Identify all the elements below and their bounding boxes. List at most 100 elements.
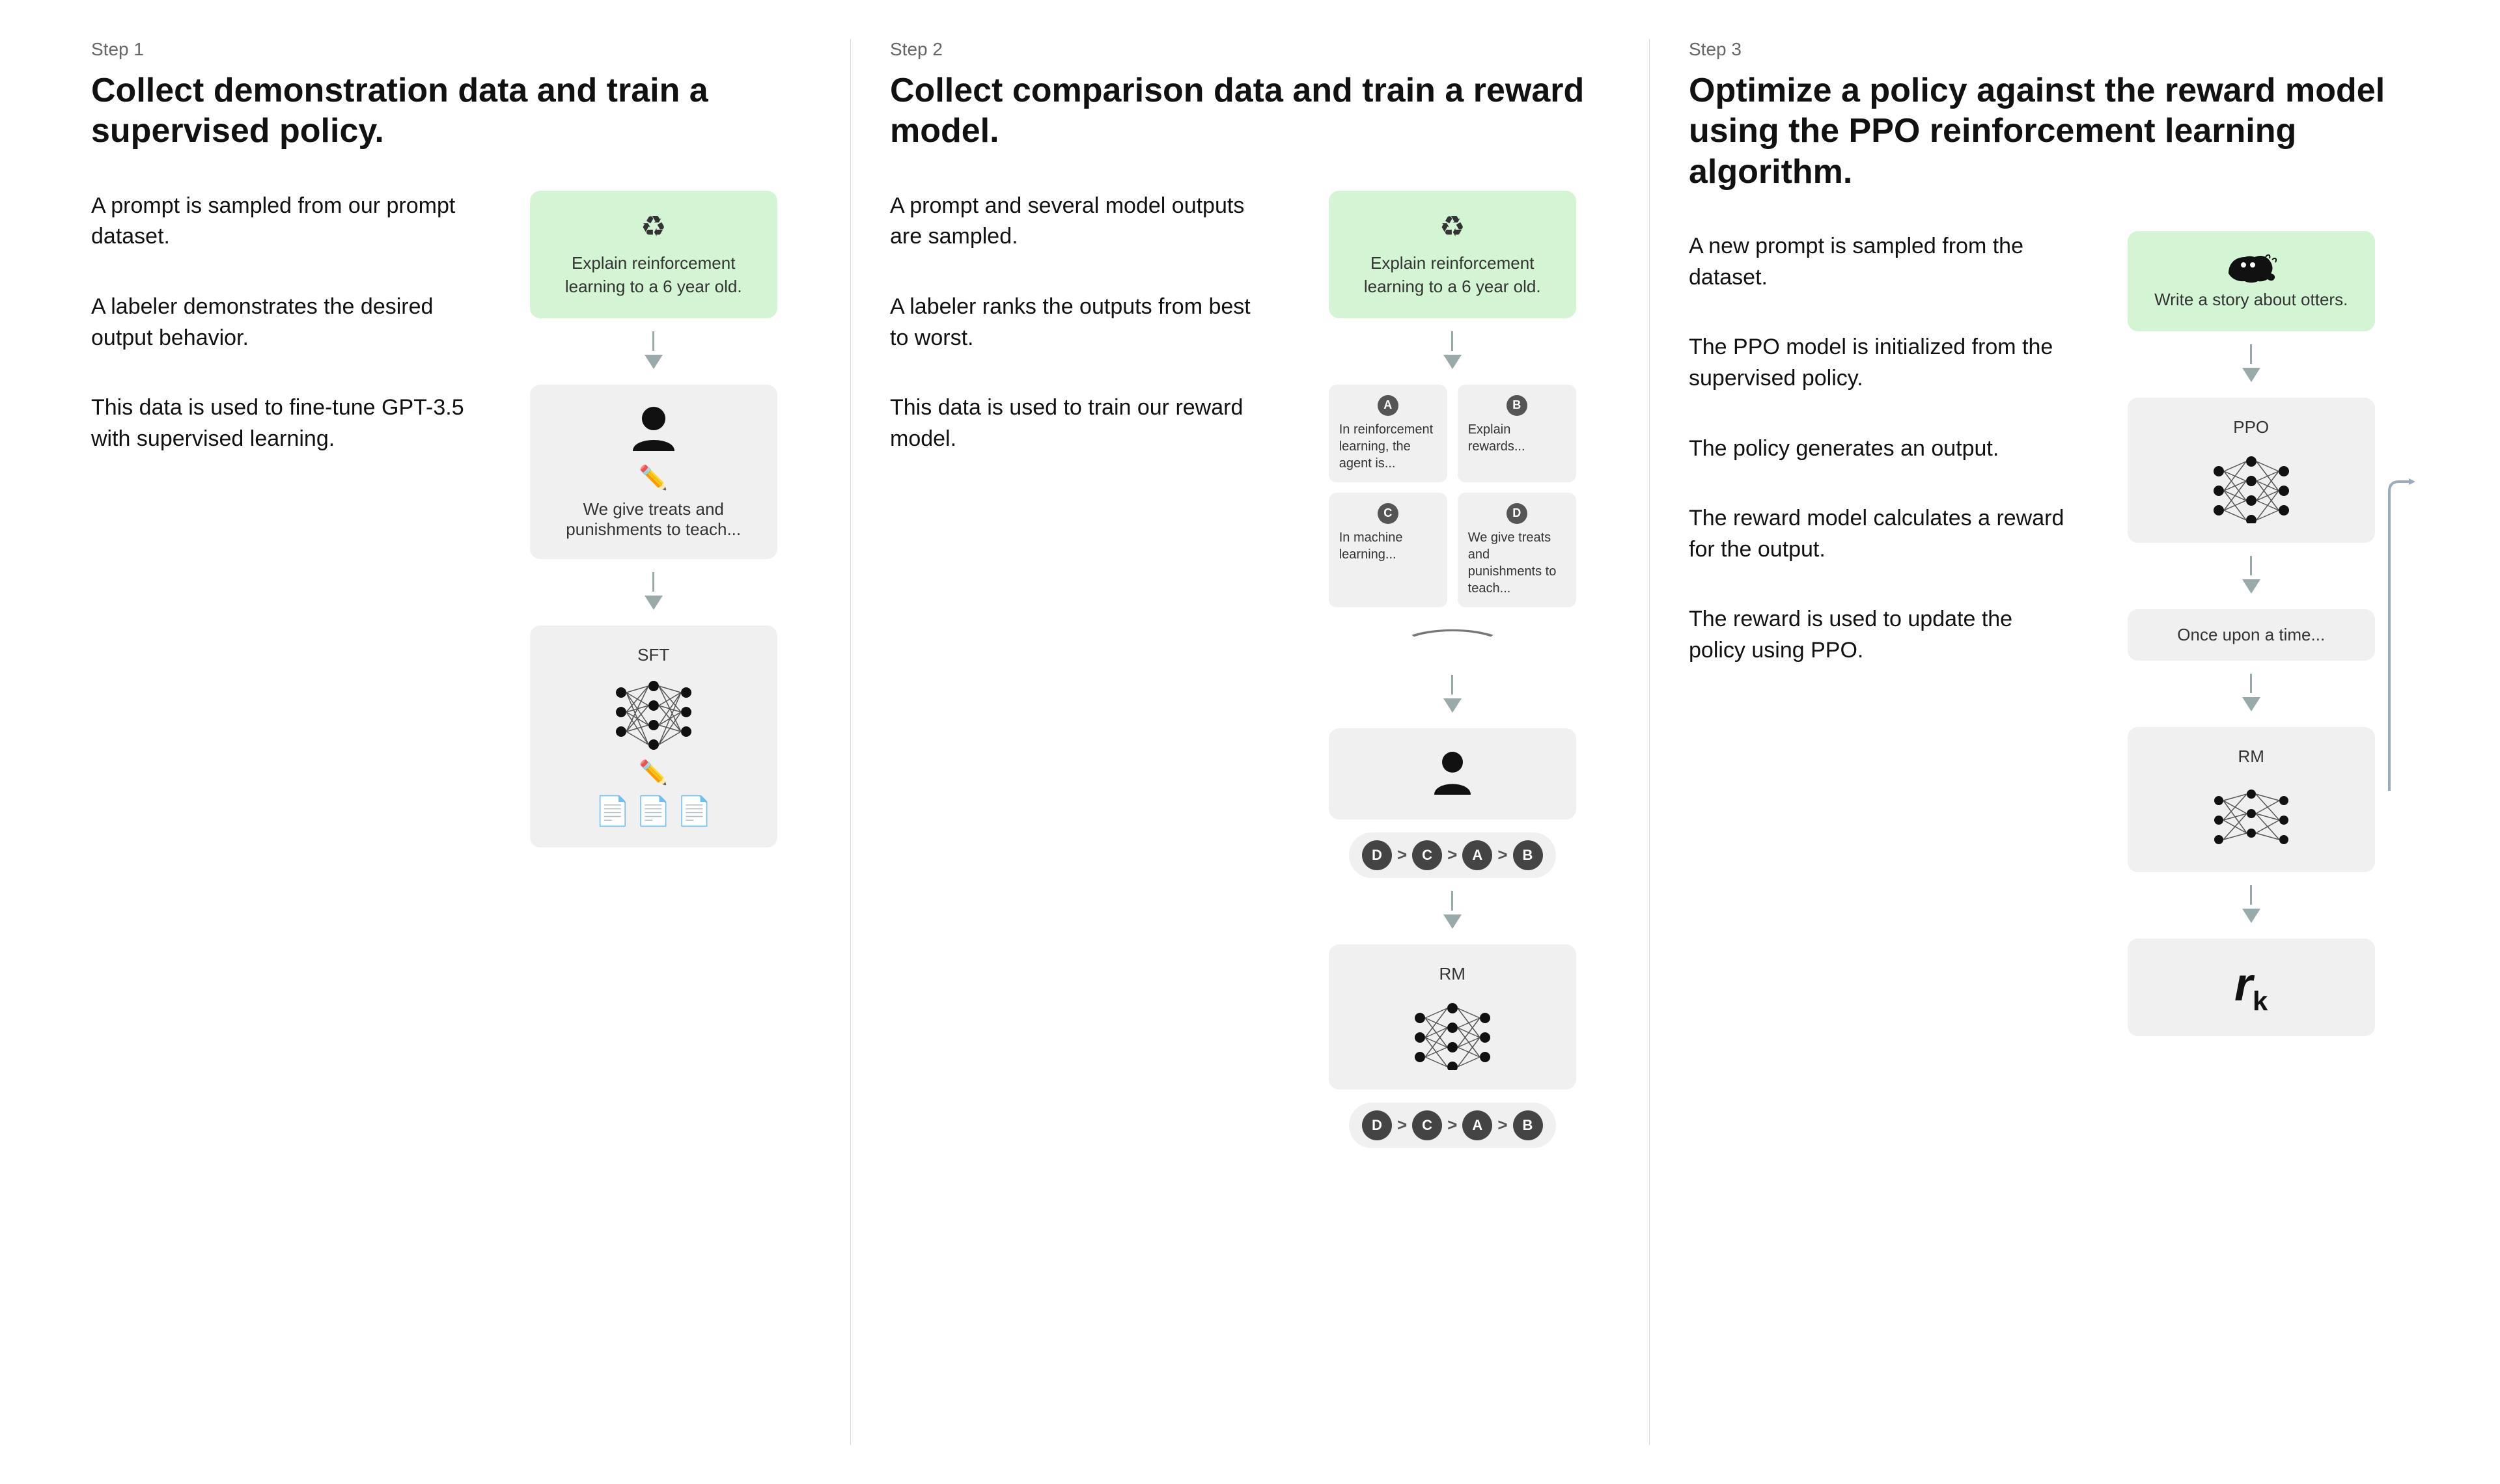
step-1-prompt-box: ♻ Explain reinforcement learning to a 6 … [530, 191, 777, 318]
comp-cell-b: B Explain rewards... [1458, 385, 1576, 482]
pencil-icon-1: ✏️ [639, 464, 668, 491]
step-3-desc-4: The reward model calculates a reward for… [1689, 503, 2067, 565]
rank-gt-1: > [1397, 845, 1407, 865]
step-1-arrow-1 [645, 331, 663, 372]
rank-gt-3: > [1497, 845, 1507, 865]
step-2-arrow-3 [1443, 891, 1462, 931]
step-3-reward-label: rk [2234, 958, 2268, 1017]
comp-cell-d: D We give treats and punishments to teac… [1458, 493, 1576, 607]
step-2-desc-1: A prompt and several model outputs are s… [890, 191, 1268, 253]
step-3-arrow-2 [2242, 556, 2260, 596]
step-2-ranking-bottom: D > C > A > B [1349, 1103, 1556, 1148]
step-3-prompt-box: Write a story about otters. [2128, 231, 2375, 331]
step-2-ranking-top: D > C > A > B [1349, 832, 1556, 878]
rank-c-1: C [1412, 840, 1442, 870]
feedback-arrow [2363, 478, 2415, 804]
rank-a-2: A [1462, 1110, 1492, 1140]
cell-text-b: Explain rewards... [1468, 421, 1566, 455]
rank-d-2: D [1362, 1110, 1392, 1140]
step-3-title: Optimize a policy against the reward mod… [1689, 70, 2409, 192]
main-diagram: Step 1 Collect demonstration data and tr… [0, 0, 2500, 1484]
step-2-content: A prompt and several model outputs are s… [890, 191, 1610, 1445]
step-2-comparison-grid: A In reinforcement learning, the agent i… [1329, 385, 1576, 607]
recycle-icon-2: ♻ [1352, 210, 1553, 243]
nn-svg-3 [2206, 445, 2297, 523]
person-icon-2 [1426, 748, 1479, 800]
step-3-arrow-1 [2242, 344, 2260, 385]
step-1-content: A prompt is sampled from our prompt data… [91, 191, 811, 1445]
step-3-desc-1: A new prompt is sampled from the dataset… [1689, 231, 2067, 293]
step-2-labeler-box [1329, 728, 1576, 819]
cell-label-b: B [1507, 395, 1527, 416]
step-2-arrow-2 [1443, 675, 1462, 715]
recycle-icon-1: ♻ [553, 210, 754, 243]
rank-gt-6: > [1497, 1115, 1507, 1135]
comp-cell-c: C In machine learning... [1329, 493, 1447, 607]
step-2-desc-2: A labeler ranks the outputs from best to… [890, 292, 1268, 353]
step-2-desc-3: This data is used to train our reward mo… [890, 392, 1268, 454]
step-1-labeler-text: We give treats and punishments to teach.… [553, 499, 754, 540]
step-1-column: Step 1 Collect demonstration data and tr… [52, 39, 851, 1445]
step-3-reward-box: rk [2128, 939, 2375, 1036]
step-3-content: A new prompt is sampled from the dataset… [1689, 231, 2409, 1445]
cell-label-d: D [1507, 503, 1527, 524]
rank-b-1: B [1513, 840, 1543, 870]
step-2-title: Collect comparison data and train a rewa… [890, 70, 1610, 152]
rank-gt-2: > [1447, 845, 1457, 865]
step-2-text-column: A prompt and several model outputs are s… [890, 191, 1268, 1445]
step-2-label: Step 2 [890, 39, 1610, 60]
step-3-diagram-column: Write a story about otters. PPO [2093, 231, 2409, 1445]
step-2-prompt-box: ♻ Explain reinforcement learning to a 6 … [1329, 191, 1576, 318]
step-3-column: Step 3 Optimize a policy against the rew… [1650, 39, 2448, 1445]
nn-svg-4 [2206, 775, 2297, 853]
person-icon-1 [628, 404, 680, 456]
step-3-output-box: Once upon a time... [2128, 609, 2375, 661]
comp-cell-a: A In reinforcement learning, the agent i… [1329, 385, 1447, 482]
brace-icon: ⌒ [1410, 620, 1495, 662]
step-1-prompt-text: Explain reinforcement learning to a 6 ye… [553, 251, 754, 299]
step-3-arrow-3 [2242, 674, 2260, 714]
step-3-desc-3: The policy generates an output. [1689, 433, 2067, 465]
step-1-arrow-2 [645, 572, 663, 612]
rank-a-1: A [1462, 840, 1492, 870]
cell-label-a: A [1378, 395, 1398, 416]
cell-text-d: We give treats and punishments to teach.… [1468, 529, 1566, 597]
step-1-desc-3: This data is used to fine-tune GPT-3.5 w… [91, 392, 469, 454]
rank-d-1: D [1362, 840, 1392, 870]
step-1-desc-1: A prompt is sampled from our prompt data… [91, 191, 469, 253]
step-1-title: Collect demonstration data and train a s… [91, 70, 811, 152]
rank-c-2: C [1412, 1110, 1442, 1140]
step-2-diagram-column: ♻ Explain reinforcement learning to a 6 … [1294, 191, 1610, 1445]
step-2-column: Step 2 Collect comparison data and train… [851, 39, 1650, 1445]
step-3-output-text: Once upon a time... [2151, 625, 2352, 645]
rank-b-2: B [1513, 1110, 1543, 1140]
step-1-label: Step 1 [91, 39, 811, 60]
step-3-label: Step 3 [1689, 39, 2409, 60]
step-3-ppo-label: PPO [2233, 417, 2269, 437]
step-3-rm-label: RM [2238, 747, 2264, 767]
step-3-ppo-box: PPO [2128, 398, 2375, 543]
step-3-desc-5: The reward is used to update the policy … [1689, 604, 2067, 666]
step-2-prompt-text: Explain reinforcement learning to a 6 ye… [1352, 251, 1553, 299]
doc-icons-1: 📄📄📄 [595, 794, 712, 828]
step-2-rm-label: RM [1439, 964, 1465, 984]
step-1-diagram-column: ♻ Explain reinforcement learning to a 6 … [495, 191, 811, 1445]
pencil-icon-sft: ✏️ [639, 759, 668, 786]
rank-gt-4: > [1397, 1115, 1407, 1135]
step-1-sft-label: SFT [637, 645, 669, 665]
step-2-arrow-1 [1443, 331, 1462, 372]
otter-icon [2225, 251, 2277, 283]
step-1-sft-box: SFT [530, 625, 777, 847]
step-1-labeler-box: ✏️ We give treats and punishments to tea… [530, 385, 777, 559]
step-1-desc-2: A labeler demonstrates the desired outpu… [91, 292, 469, 353]
cell-text-c: In machine learning... [1339, 529, 1437, 563]
step-3-arrow-4 [2242, 885, 2260, 926]
rank-gt-5: > [1447, 1115, 1457, 1135]
nn-svg-2 [1407, 992, 1498, 1070]
nn-svg-1 [608, 673, 699, 751]
step-3-desc-2: The PPO model is initialized from the su… [1689, 332, 2067, 394]
cell-label-c: C [1378, 503, 1398, 524]
step-3-prompt-text: Write a story about otters. [2151, 288, 2352, 311]
step-3-rm-box: RM [2128, 727, 2375, 872]
cell-text-a: In reinforcement learning, the agent is.… [1339, 421, 1437, 472]
